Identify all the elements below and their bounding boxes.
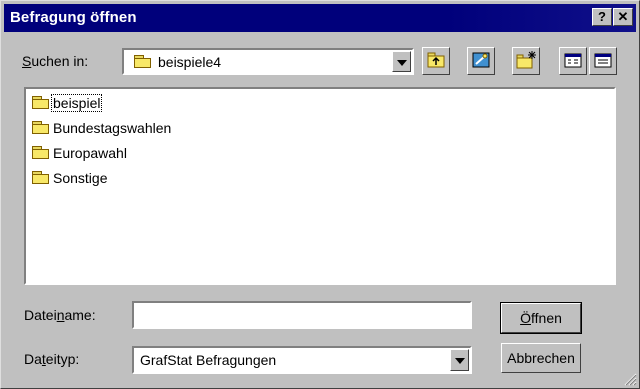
details-view-icon (594, 53, 612, 68)
cancel-button[interactable]: Abbrechen (501, 343, 581, 373)
file-name: beispiel (50, 94, 103, 112)
folder-icon (32, 146, 50, 159)
filetype-combo[interactable]: GrafStat Befragungen (132, 346, 472, 374)
folder-icon (32, 121, 50, 134)
folder-icon (32, 96, 50, 109)
filename-label: Dateiname: (24, 307, 96, 323)
desktop-icon (472, 52, 490, 68)
desktop-button[interactable] (467, 47, 495, 75)
up-folder-icon (427, 52, 445, 68)
resize-grip-icon[interactable] (623, 372, 637, 386)
look-in-label: Suchen in: (22, 53, 89, 69)
title-bar[interactable]: Befragung öffnen ? ✕ (4, 4, 636, 32)
new-folder-button[interactable] (512, 47, 540, 75)
list-view-button[interactable] (559, 47, 587, 75)
look-in-value: beispiele4 (158, 54, 222, 70)
file-name: Bundestagswahlen (53, 120, 172, 136)
filetype-dropdown-button[interactable] (450, 349, 469, 371)
window-title: Befragung öffnen (10, 9, 137, 26)
new-folder-icon (516, 51, 536, 69)
list-view-icon (564, 53, 582, 68)
folder-icon (134, 55, 152, 68)
file-name: Europawahl (53, 145, 127, 161)
open-survey-dialog: Befragung öffnen ? ✕ Suchen in: beispiel… (0, 0, 640, 389)
help-button[interactable]: ? (592, 8, 612, 26)
close-button[interactable]: ✕ (613, 8, 633, 26)
details-view-button[interactable] (589, 47, 617, 75)
open-button[interactable]: Öffnen (500, 302, 582, 334)
look-in-dropdown-button[interactable] (392, 51, 411, 72)
filename-field[interactable] (132, 301, 472, 329)
folder-icon (32, 171, 50, 184)
filetype-value: GrafStat Befragungen (140, 352, 277, 368)
file-name: Sonstige (53, 170, 108, 186)
look-in-combo[interactable]: beispiele4 (122, 48, 414, 75)
file-list[interactable]: beispiel Bundestagswahlen Europawahl Son… (24, 87, 616, 285)
up-folder-button[interactable] (422, 47, 450, 75)
filetype-label: Dateityp: (24, 351, 80, 367)
